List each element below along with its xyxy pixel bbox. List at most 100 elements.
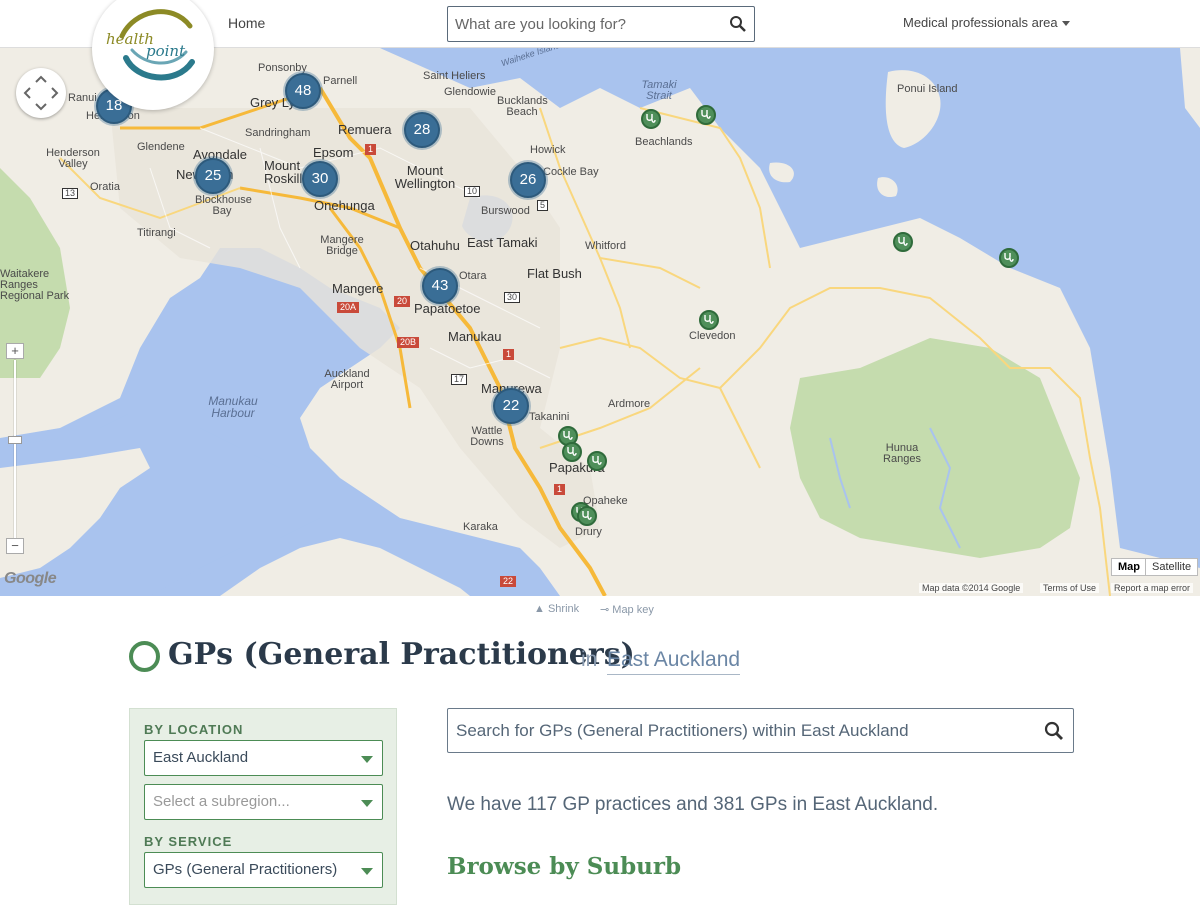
map-label: Burswood xyxy=(481,205,530,217)
map-cluster-marker[interactable]: 26 xyxy=(510,162,546,198)
map-label: Clevedon xyxy=(689,330,736,342)
key-icon: ⊸ xyxy=(600,604,610,616)
search-icon[interactable] xyxy=(1043,720,1065,742)
map-label: Sandringham xyxy=(245,127,311,139)
map-label: East Tamaki xyxy=(467,235,538,250)
header-search-input[interactable] xyxy=(448,7,718,41)
map-label: Takanini xyxy=(529,411,570,423)
map-cluster-marker[interactable]: 25 xyxy=(195,158,231,194)
map-label: Mount Wellington xyxy=(394,163,456,191)
medical-professionals-label: Medical professionals area xyxy=(903,15,1058,30)
location-select-value: East Auckland xyxy=(153,749,249,766)
road-shield: 1 xyxy=(365,144,377,155)
map-type-map-button[interactable]: Map xyxy=(1111,558,1147,576)
by-service-heading: BY SERVICE xyxy=(144,834,233,849)
map-label: Glendene xyxy=(137,141,185,153)
road-shield: 5 xyxy=(537,200,549,211)
service-search-input[interactable] xyxy=(448,709,1028,752)
road-shield: 1 xyxy=(554,484,566,495)
caret-down-icon xyxy=(1061,21,1070,27)
subregion-placeholder: Select a subregion... xyxy=(153,793,290,810)
map-label: Henderson Valley xyxy=(46,147,100,170)
map-label: Parnell xyxy=(323,75,358,87)
search-icon[interactable] xyxy=(728,14,748,34)
map-label: Saint Heliers xyxy=(423,70,486,82)
map-cluster-marker[interactable]: 30 xyxy=(302,161,338,197)
shrink-map-button[interactable]: ▲ Shrink xyxy=(534,603,579,615)
map-cluster-marker[interactable]: 43 xyxy=(422,268,458,304)
pan-arrows-icon xyxy=(23,75,59,111)
map-canvas[interactable]: Ponsonby Parnell Saint Heliers Glendowie… xyxy=(0,48,1200,596)
healthpoint-logo[interactable]: health point xyxy=(92,0,214,110)
map-label: Oratia xyxy=(90,181,120,193)
zoom-slider-handle[interactable] xyxy=(8,436,22,444)
service-search-box[interactable] xyxy=(447,708,1074,753)
road-shield: 30 xyxy=(504,292,521,303)
road-shield: 22 xyxy=(500,576,517,587)
road-shield: 20 xyxy=(394,296,411,307)
subregion-select[interactable]: Select a subregion... xyxy=(144,784,383,820)
triangle-up-icon: ▲ xyxy=(534,603,545,615)
map-label: Cockle Bay xyxy=(543,166,599,178)
map-label: Mangere xyxy=(332,281,384,296)
service-ring-icon xyxy=(129,641,160,672)
region-selector-link[interactable]: East Auckland xyxy=(607,648,741,675)
map-label: Whitford xyxy=(585,240,626,252)
location-select[interactable]: East Auckland xyxy=(144,740,383,776)
map-label: Manukau Harbour xyxy=(208,394,258,420)
map-cluster-marker[interactable]: 28 xyxy=(404,112,440,148)
map-key-label: Map key xyxy=(612,604,654,616)
map-key-button[interactable]: ⊸ Map key xyxy=(600,603,654,616)
map-data-attribution: Map data ©2014 Google xyxy=(919,583,1024,593)
road-shield: 13 xyxy=(62,188,79,199)
map-label: Mangere Bridge xyxy=(320,234,364,257)
zoom-in-button[interactable]: + xyxy=(6,343,24,359)
terms-of-use-link[interactable]: Terms of Use xyxy=(1040,583,1100,593)
map-label: Otahuhu xyxy=(410,238,460,253)
dropdown-arrow-icon xyxy=(361,800,373,807)
map-label: Blockhouse Bay xyxy=(195,194,252,217)
map-label: Glendowie xyxy=(444,86,496,98)
by-location-heading: BY LOCATION xyxy=(144,722,244,737)
map-label: Flat Bush xyxy=(527,266,582,281)
gp-stethoscope-icon[interactable] xyxy=(699,310,719,330)
report-map-error-link[interactable]: Report a map error xyxy=(1111,583,1194,593)
medical-professionals-menu[interactable]: Medical professionals area xyxy=(903,15,1070,30)
zoom-out-button[interactable]: − xyxy=(6,538,24,554)
road-shield: 20B xyxy=(397,337,420,348)
map-label: Ardmore xyxy=(608,398,651,410)
map-type-satellite-button[interactable]: Satellite xyxy=(1145,558,1199,576)
header-search-box[interactable] xyxy=(447,6,755,42)
map-label: Howick xyxy=(530,144,566,156)
road-shield: 20A xyxy=(337,302,360,313)
gp-stethoscope-icon[interactable] xyxy=(562,442,582,462)
map-label: Karaka xyxy=(463,521,498,533)
gp-stethoscope-icon[interactable] xyxy=(641,109,661,129)
road-shield: 1 xyxy=(503,349,515,360)
map-pan-control[interactable] xyxy=(16,68,66,118)
filter-panel: BY LOCATION East Auckland Select a subre… xyxy=(129,708,397,905)
gp-stethoscope-icon[interactable] xyxy=(893,232,913,252)
gp-stethoscope-icon[interactable] xyxy=(999,248,1019,268)
gp-stethoscope-icon[interactable] xyxy=(577,506,597,526)
gp-stethoscope-icon[interactable] xyxy=(696,105,716,125)
page-title: GPs (General Practitioners) xyxy=(168,637,635,672)
service-select[interactable]: GPs (General Practitioners) xyxy=(144,852,383,888)
google-logo: Google xyxy=(4,570,57,587)
service-select-value: GPs (General Practitioners) xyxy=(153,861,338,878)
map-cluster-marker[interactable]: 22 xyxy=(493,388,529,424)
logo-word-point: point xyxy=(146,42,186,60)
map-label: Papatoetoe xyxy=(414,301,481,316)
map-label: Remuera xyxy=(338,122,392,137)
map-label: Beachlands xyxy=(635,136,693,148)
map-label: Wattle Downs xyxy=(470,425,504,448)
map-cluster-marker[interactable]: 48 xyxy=(285,73,321,109)
zoom-slider-track[interactable] xyxy=(14,360,16,546)
map-label: Waitakere Ranges Regional Park xyxy=(0,268,70,302)
map-label: Hunua Ranges xyxy=(883,442,921,465)
map-label: Opaheke xyxy=(583,495,628,507)
gp-stethoscope-icon[interactable] xyxy=(587,451,607,471)
map-label: Otara xyxy=(459,270,487,282)
nav-home-link[interactable]: Home xyxy=(228,15,265,31)
map-label: Mount Roskill xyxy=(264,158,303,186)
